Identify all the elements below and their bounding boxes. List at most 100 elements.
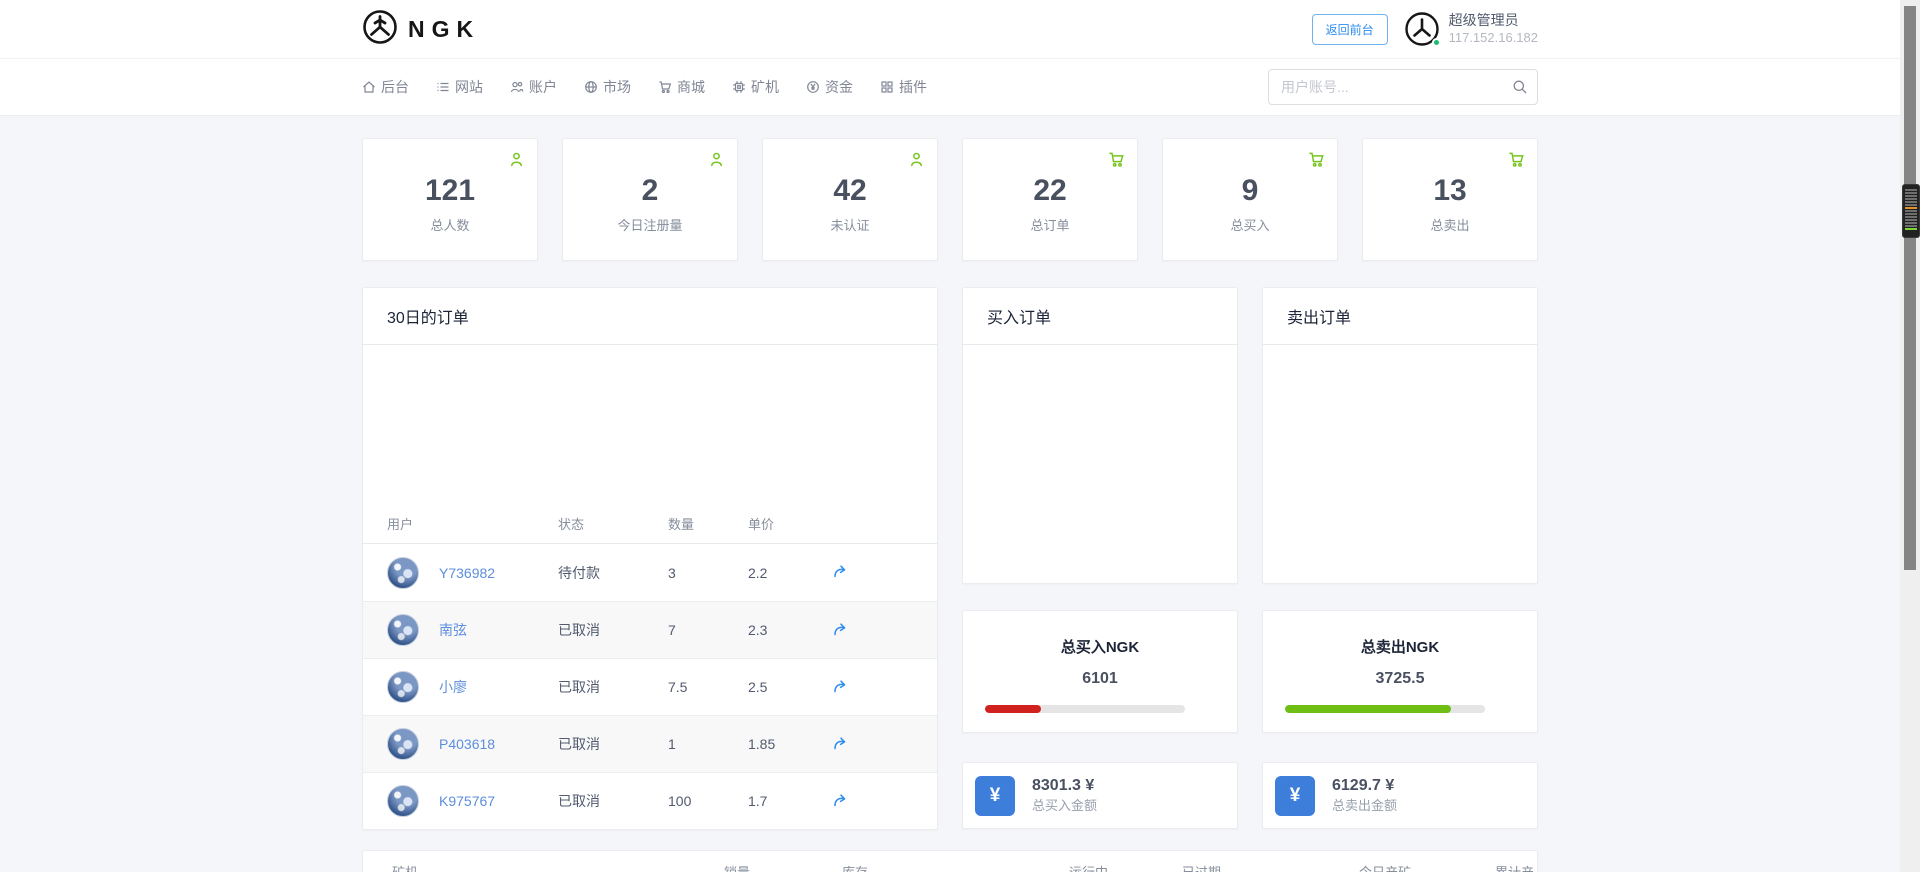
scroll-marker-widget[interactable] xyxy=(1902,184,1920,238)
nav-label: 插件 xyxy=(899,79,927,95)
stat-card-total-buys: 9 总买入 xyxy=(1162,138,1338,261)
avatar xyxy=(387,671,419,703)
nav-item-market[interactable]: 市场 xyxy=(584,77,631,97)
redo-arrow-icon[interactable] xyxy=(832,735,848,754)
order-price: 2.3 xyxy=(748,622,768,638)
nav-item-mall[interactable]: 商城 xyxy=(658,77,705,97)
order-price: 2.5 xyxy=(748,679,768,695)
user-search-input[interactable] xyxy=(1268,69,1538,105)
brand-wordmark: NGK xyxy=(408,15,481,42)
order-status: 已取消 xyxy=(558,679,600,695)
users-icon xyxy=(510,80,524,94)
stat-label: 未认证 xyxy=(830,218,870,233)
col-total-output: 累计产矿 xyxy=(1495,862,1537,872)
nav-item-miners[interactable]: 矿机 xyxy=(732,77,779,97)
col-today-output: 今日产矿 xyxy=(1359,862,1495,872)
col-qty: 数量 xyxy=(668,516,695,532)
stat-value: 42 xyxy=(833,174,867,207)
orders-table-header: 用户 状态 数量 单价 xyxy=(363,503,937,544)
stat-card-today-registered: 2 今日注册量 xyxy=(562,138,738,261)
buy-orders-chart-area xyxy=(963,345,1237,584)
nav-item-plugins[interactable]: 插件 xyxy=(880,77,927,97)
globe-icon xyxy=(584,80,598,94)
brand: NGK xyxy=(362,9,480,50)
col-user: 用户 xyxy=(387,516,414,532)
ngk-card-title: 总买入NGK xyxy=(1060,639,1140,656)
chip-icon xyxy=(732,80,746,94)
stat-card-unverified: 42 未认证 xyxy=(762,138,938,261)
admin-avatar xyxy=(1404,11,1441,47)
admin-account[interactable]: 超级管理员 117.152.16.182 xyxy=(1404,11,1538,47)
order-qty: 7 xyxy=(668,622,676,638)
col-expired: 已过期 xyxy=(1182,862,1359,872)
stat-value: 9 xyxy=(1241,174,1259,207)
stats-row: 121 总人数 2 今日注册量 42 未认证 22 总订单 9 总买入 13 总… xyxy=(362,138,1538,261)
stat-card-total-users: 121 总人数 xyxy=(362,138,538,261)
progress-fill-green xyxy=(1285,705,1451,713)
buy-orders-panel: 买入订单 xyxy=(962,287,1238,584)
cart-icon xyxy=(1108,151,1125,173)
user-link[interactable]: 小廖 xyxy=(439,677,467,697)
stat-label: 总人数 xyxy=(430,218,470,233)
col-price: 单价 xyxy=(748,516,775,532)
coin-icon xyxy=(806,80,820,94)
yen-icon: ¥ xyxy=(1275,775,1315,816)
redo-arrow-icon[interactable] xyxy=(832,621,848,640)
nav-label: 账户 xyxy=(529,79,557,95)
person-icon xyxy=(508,151,525,173)
table-row: K975767 已取消 100 1.7 xyxy=(363,772,937,829)
stat-label: 总订单 xyxy=(1030,218,1070,233)
progress-fill-red xyxy=(985,705,1041,713)
back-to-front-button[interactable]: 返回前台 xyxy=(1311,13,1388,45)
yen-icon: ¥ xyxy=(975,775,1015,816)
col-running: 运行中 xyxy=(1069,862,1182,872)
scrollbar-thumb[interactable] xyxy=(1904,6,1916,570)
avatar xyxy=(387,728,419,760)
panel-title: 买入订单 xyxy=(963,288,1237,345)
total-sell-ngk-card: 总卖出NGK 3725.5 xyxy=(1262,610,1538,733)
panel-title: 卖出订单 xyxy=(1263,288,1537,345)
col-status: 状态 xyxy=(558,516,585,532)
amount-label: 总卖出金额 xyxy=(1332,798,1398,814)
ngk-card-value: 6101 xyxy=(1082,670,1118,687)
user-link[interactable]: 南弦 xyxy=(439,620,467,640)
table-row: 南弦 已取消 7 2.3 xyxy=(363,601,937,658)
nav-label: 商城 xyxy=(677,79,705,95)
col-sales: 销量 xyxy=(724,862,842,872)
nav-label: 后台 xyxy=(381,79,409,95)
user-link[interactable]: P403618 xyxy=(439,736,495,752)
progress-bar xyxy=(985,705,1185,713)
amount-value: 6129.7 ¥ xyxy=(1332,776,1395,794)
nav-item-funds[interactable]: 资金 xyxy=(806,77,853,97)
panel-title: 30日的订单 xyxy=(363,288,937,345)
user-link[interactable]: K975767 xyxy=(439,793,495,809)
redo-arrow-icon[interactable] xyxy=(832,563,848,582)
nav-item-backstage[interactable]: 后台 xyxy=(362,77,409,97)
main-nav: 后台 网站 账户 市场 商城 矿机 资金 插件 用户账号... xyxy=(0,59,1920,116)
nav-item-accounts[interactable]: 账户 xyxy=(510,77,557,97)
stat-value: 22 xyxy=(1033,174,1067,207)
order-qty: 7.5 xyxy=(668,679,688,695)
cart-icon xyxy=(1308,151,1325,173)
order-qty: 100 xyxy=(668,793,692,809)
ngk-card-value: 3725.5 xyxy=(1375,670,1425,687)
miners-table-header: 矿机 销量 库存 运行中 已过期 今日产矿 累计产矿 xyxy=(363,862,1537,872)
search-icon[interactable] xyxy=(1512,79,1528,100)
stat-card-total-sells: 13 总卖出 xyxy=(1362,138,1538,261)
nav-item-website[interactable]: 网站 xyxy=(436,77,483,97)
total-buy-amount-card: ¥ 8301.3 ¥ 总买入金额 xyxy=(962,762,1238,829)
order-price: 1.85 xyxy=(748,736,776,752)
redo-arrow-icon[interactable] xyxy=(832,678,848,697)
user-link[interactable]: Y736982 xyxy=(439,565,495,581)
list-icon xyxy=(436,80,450,94)
nav-label: 网站 xyxy=(455,79,483,95)
avatar xyxy=(387,556,419,589)
nav-label: 市场 xyxy=(603,79,631,95)
redo-arrow-icon[interactable] xyxy=(832,792,848,811)
orders-30d-panel: 30日的订单 用户 状态 数量 单价 Y736982 待付款 3 2.2 南弦 … xyxy=(362,287,938,830)
nav-label: 资金 xyxy=(825,79,853,95)
person-icon xyxy=(908,151,925,173)
table-row: 小廖 已取消 7.5 2.5 xyxy=(363,658,937,715)
sell-orders-chart-area xyxy=(1263,345,1537,584)
order-status: 已取消 xyxy=(558,736,600,752)
